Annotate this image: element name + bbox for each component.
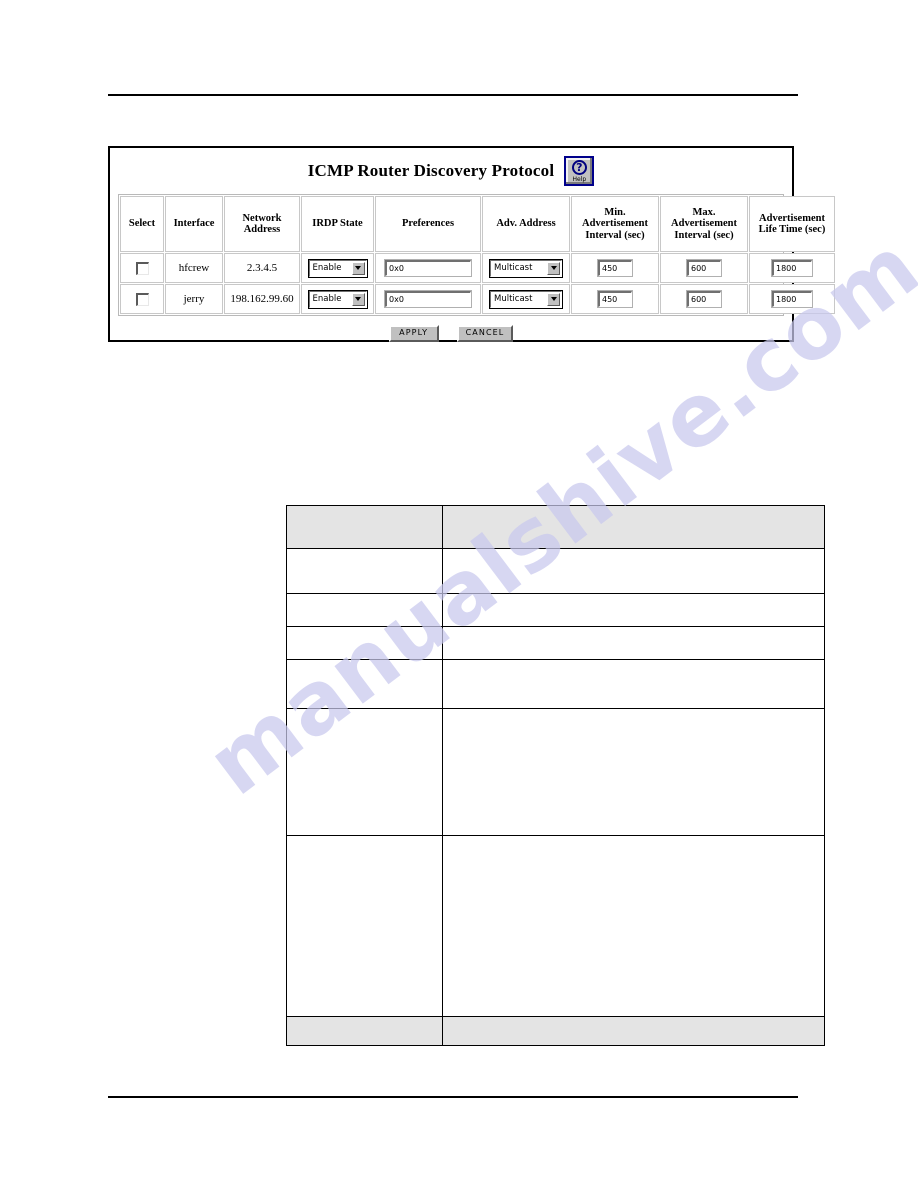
irdp-state-select[interactable]: Enable xyxy=(307,258,368,278)
help-button[interactable]: ? Help xyxy=(564,156,595,186)
cell-max-adv-interval: 600 xyxy=(660,253,748,283)
chevron-down-icon xyxy=(351,261,365,275)
cancel-button[interactable]: CANCEL xyxy=(456,325,514,342)
description-text xyxy=(442,708,825,836)
chevron-down-icon xyxy=(351,292,365,306)
description-row xyxy=(286,708,825,836)
min-adv-interval-input[interactable]: 450 xyxy=(597,290,633,308)
min-adv-interval-input[interactable]: 450 xyxy=(597,259,633,277)
help-button-label: Help xyxy=(572,175,587,183)
column-header-interface: Interface xyxy=(165,196,223,252)
page-footer-rule xyxy=(108,1096,798,1098)
description-row xyxy=(286,835,825,1017)
column-header-preferences: Preferences xyxy=(375,196,481,252)
description-text xyxy=(442,548,825,594)
chevron-down-icon xyxy=(547,261,560,275)
table-row: hfcrew 2.3.4.5 Enable 0x0 Multicast 450 … xyxy=(120,253,835,283)
cell-select xyxy=(120,253,164,283)
column-header-network-address: Network Address xyxy=(224,196,300,252)
irdp-table-header-row: Select Interface Network Address IRDP St… xyxy=(120,196,835,252)
description-field xyxy=(286,593,443,627)
page-title: ICMP Router Discovery Protocol xyxy=(307,161,555,180)
description-field xyxy=(286,659,443,709)
cell-interface: jerry xyxy=(165,284,223,314)
page-header-rule xyxy=(108,94,798,96)
adv-address-select[interactable]: Multicast xyxy=(489,289,563,309)
table-row: jerry 198.162.99.60 Enable 0x0 Multicast xyxy=(120,284,835,314)
preferences-input[interactable]: 0x0 xyxy=(384,290,472,308)
cell-adv-life-time: 1800 xyxy=(749,253,835,283)
description-row xyxy=(286,626,825,660)
cell-irdp-state: Enable xyxy=(301,253,374,283)
column-header-adv-life-time: Advertisement Life Time (sec) xyxy=(749,196,835,252)
description-header-field xyxy=(286,505,443,549)
adv-address-select[interactable]: Multicast xyxy=(489,258,563,278)
column-header-select: Select xyxy=(120,196,164,252)
irdp-table-wrapper: Select Interface Network Address IRDP St… xyxy=(118,194,835,316)
chevron-down-icon xyxy=(547,292,560,306)
adv-life-time-input[interactable]: 1800 xyxy=(771,290,813,308)
cell-irdp-state: Enable xyxy=(301,284,374,314)
description-footer-row xyxy=(286,1016,825,1046)
cell-network-address: 198.162.99.60 xyxy=(224,284,300,314)
description-field xyxy=(286,835,443,1017)
column-header-min-adv-interval: Min. Advertisement Interval (sec) xyxy=(571,196,659,252)
irdp-state-select[interactable]: Enable xyxy=(307,289,368,309)
description-text xyxy=(442,659,825,709)
description-footer-right xyxy=(442,1016,825,1046)
question-mark-circle-icon: ? xyxy=(571,159,587,175)
description-field xyxy=(286,548,443,594)
description-field xyxy=(286,708,443,836)
icmp-router-discovery-panel: ICMP Router Discovery Protocol ? Help Se… xyxy=(108,146,835,342)
description-row xyxy=(286,548,825,594)
cell-interface: hfcrew xyxy=(165,253,223,283)
description-footer-left xyxy=(286,1016,443,1046)
adv-life-time-input[interactable]: 1800 xyxy=(771,259,813,277)
panel-title-row: ICMP Router Discovery Protocol ? Help xyxy=(110,148,792,194)
cell-max-adv-interval: 600 xyxy=(660,284,748,314)
column-header-max-adv-interval: Max. Advertisement Interval (sec) xyxy=(660,196,748,252)
panel-action-bar: APPLY CANCEL xyxy=(110,325,792,342)
cell-adv-address: Multicast xyxy=(482,253,570,283)
column-header-adv-address: Adv. Address xyxy=(482,196,570,252)
cell-min-adv-interval: 450 xyxy=(571,253,659,283)
max-adv-interval-input[interactable]: 600 xyxy=(686,259,722,277)
field-description-table xyxy=(286,505,825,1046)
description-text xyxy=(442,835,825,1017)
description-row xyxy=(286,593,825,627)
max-adv-interval-input[interactable]: 600 xyxy=(686,290,722,308)
cell-network-address: 2.3.4.5 xyxy=(224,253,300,283)
description-field xyxy=(286,626,443,660)
cell-adv-address: Multicast xyxy=(482,284,570,314)
cell-min-adv-interval: 450 xyxy=(571,284,659,314)
preferences-input[interactable]: 0x0 xyxy=(384,259,472,277)
description-row xyxy=(286,659,825,709)
apply-button[interactable]: APPLY xyxy=(388,325,439,342)
description-header-description xyxy=(442,505,825,549)
column-header-irdp-state: IRDP State xyxy=(301,196,374,252)
cell-select xyxy=(120,284,164,314)
cell-preferences: 0x0 xyxy=(375,284,481,314)
cell-preferences: 0x0 xyxy=(375,253,481,283)
cell-adv-life-time: 1800 xyxy=(749,284,835,314)
description-text xyxy=(442,593,825,627)
row-select-checkbox[interactable] xyxy=(135,292,149,306)
description-header-row xyxy=(286,505,825,549)
description-text xyxy=(442,626,825,660)
irdp-table: Select Interface Network Address IRDP St… xyxy=(119,195,836,315)
row-select-checkbox[interactable] xyxy=(135,261,149,275)
